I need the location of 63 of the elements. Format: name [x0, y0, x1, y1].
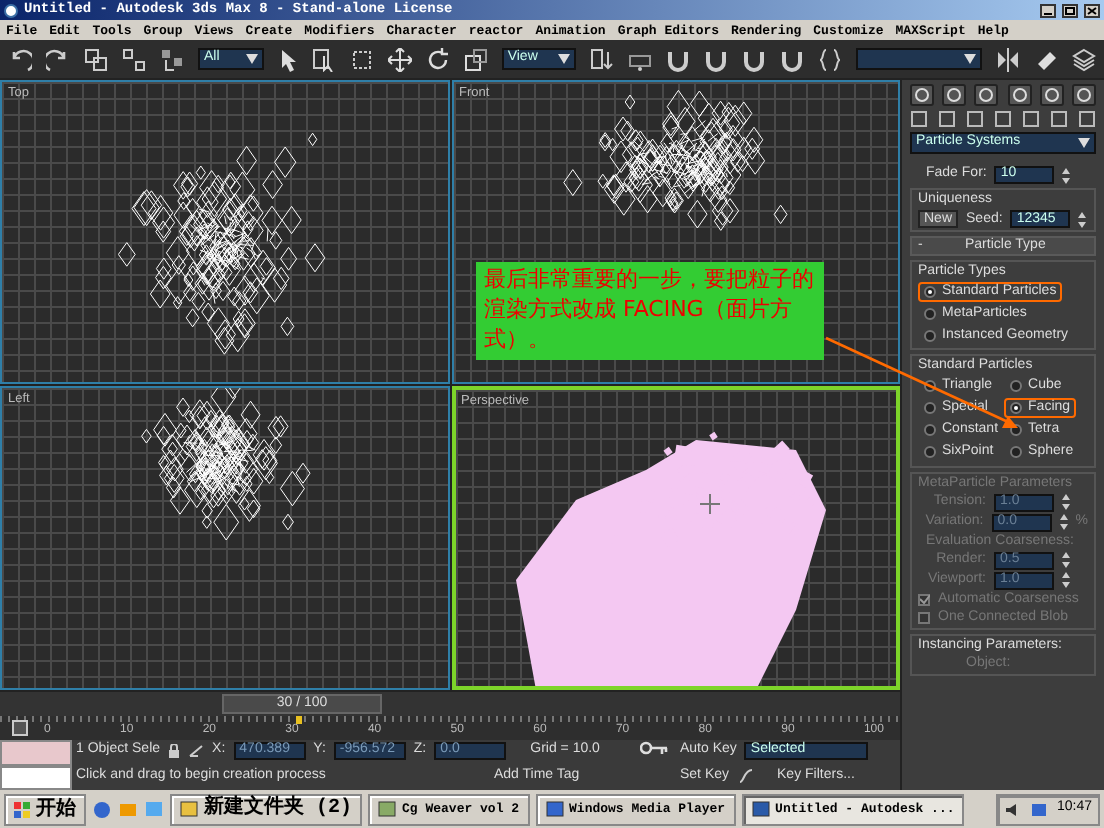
unlink-icon[interactable]	[122, 47, 146, 71]
layers-icon[interactable]	[1072, 47, 1096, 71]
radio-button[interactable]	[1010, 402, 1023, 415]
spinner-icon[interactable]	[1059, 514, 1068, 531]
spinner-icon[interactable]	[1062, 494, 1070, 511]
region-select-icon[interactable]	[349, 47, 374, 71]
key-icon[interactable]	[640, 740, 668, 756]
panel-tab-icon[interactable]	[974, 84, 999, 106]
crosshair-icon	[699, 494, 719, 514]
window-icon	[180, 800, 198, 818]
caret-icon	[557, 54, 569, 64]
mirror-icon[interactable]	[996, 47, 1020, 71]
scale-icon[interactable]	[463, 47, 488, 71]
network-icon[interactable]	[1030, 801, 1049, 817]
cursor-icon[interactable]	[277, 47, 298, 71]
undo-icon[interactable]	[8, 47, 32, 71]
window-icon	[378, 800, 397, 818]
checkmark-icon	[919, 594, 929, 605]
link-icon[interactable]	[84, 47, 108, 71]
object-name-field[interactable]	[0, 765, 72, 790]
named-selection-field[interactable]	[855, 48, 982, 70]
spinner-icon[interactable]	[1078, 211, 1087, 228]
window-icon	[545, 800, 564, 818]
select-by-name-icon[interactable]	[311, 47, 336, 71]
caret-icon	[1078, 138, 1090, 148]
maximize-button-icon[interactable]	[1062, 3, 1078, 17]
windows-logo-icon	[14, 801, 30, 817]
window-icon	[751, 800, 770, 818]
object-color-swatch[interactable]	[0, 740, 72, 765]
panel-tab-icon[interactable]	[1039, 84, 1064, 106]
radio-button[interactable]	[924, 308, 936, 321]
radio-button[interactable]	[924, 424, 936, 437]
radio-button[interactable]	[924, 402, 936, 415]
rotate-icon[interactable]	[425, 47, 450, 71]
caret-icon	[245, 54, 258, 64]
move-icon[interactable]	[387, 47, 412, 71]
radio-button[interactable]	[924, 286, 936, 299]
start-button[interactable]: 开始	[4, 793, 86, 825]
close-button-icon[interactable]	[1084, 3, 1100, 17]
panel-tab-icon[interactable]	[1071, 84, 1096, 106]
radio-button[interactable]	[1010, 380, 1023, 393]
panel-tab-icon[interactable]	[942, 84, 967, 106]
caret-icon	[964, 54, 976, 64]
panel-tab-icon[interactable]	[910, 84, 934, 106]
key-tangent-icon[interactable]	[737, 768, 754, 785]
radio-button[interactable]	[924, 330, 936, 343]
spinner-icon[interactable]	[1062, 167, 1071, 183]
minimize-button-icon[interactable]	[1040, 3, 1056, 17]
annotation-tooltip: 最后非常重要的一步，要把粒子的渲染方式改成 FACING（面片方式）。	[476, 262, 824, 360]
braces-icon[interactable]	[817, 47, 841, 71]
spinner-icon[interactable]	[1062, 552, 1070, 569]
magnet-icon[interactable]	[779, 47, 803, 71]
taskbar-button[interactable]: 新建文件夹 (2)	[170, 793, 363, 825]
magnet-icon[interactable]	[665, 47, 689, 71]
spinner-icon[interactable]	[1062, 572, 1070, 589]
magnet-icon[interactable]	[741, 47, 765, 71]
radio-button[interactable]	[924, 446, 936, 459]
magnet-icon[interactable]	[703, 47, 727, 71]
lock-icon[interactable]	[168, 744, 181, 758]
redo-icon[interactable]	[46, 47, 70, 71]
panel-tab-icon[interactable]	[1007, 84, 1032, 106]
app-logo-icon	[4, 3, 18, 17]
radio-button[interactable]	[1010, 446, 1023, 459]
